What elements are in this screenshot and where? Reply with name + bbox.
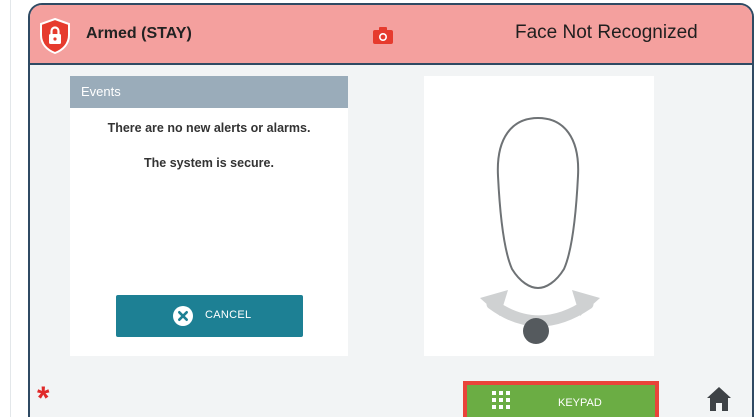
cancel-button-label: CANCEL xyxy=(205,309,252,321)
arm-status-label: Armed (STAY) xyxy=(86,25,192,42)
keypad-button[interactable]: KEYPAD xyxy=(463,381,659,417)
events-message-alerts: There are no new alerts or alarms. xyxy=(107,121,311,135)
face-guide-panel xyxy=(424,76,654,356)
face-status-label: Face Not Recognized xyxy=(515,22,698,43)
keypad-button-body: KEYPAD xyxy=(467,385,655,417)
panel-frame: Armed (STAY) Face Not Recognized Events … xyxy=(28,3,754,417)
events-panel: Events There are no new alerts or alarms… xyxy=(70,76,348,356)
camera-icon[interactable] xyxy=(373,27,393,44)
left-divider xyxy=(10,0,11,417)
emergency-asterisk-icon[interactable]: * xyxy=(37,382,49,414)
face-outline-icon xyxy=(480,116,600,344)
close-circle-icon xyxy=(173,306,193,326)
events-title: Events xyxy=(70,76,348,108)
cancel-button[interactable]: CANCEL xyxy=(116,295,303,337)
home-icon[interactable] xyxy=(706,386,732,412)
keypad-grid-icon xyxy=(492,391,510,409)
events-message-secure: The system is secure. xyxy=(144,156,274,170)
status-header: Armed (STAY) Face Not Recognized xyxy=(30,5,752,65)
shield-lock-icon[interactable] xyxy=(39,18,71,54)
keypad-button-label: KEYPAD xyxy=(558,397,602,409)
